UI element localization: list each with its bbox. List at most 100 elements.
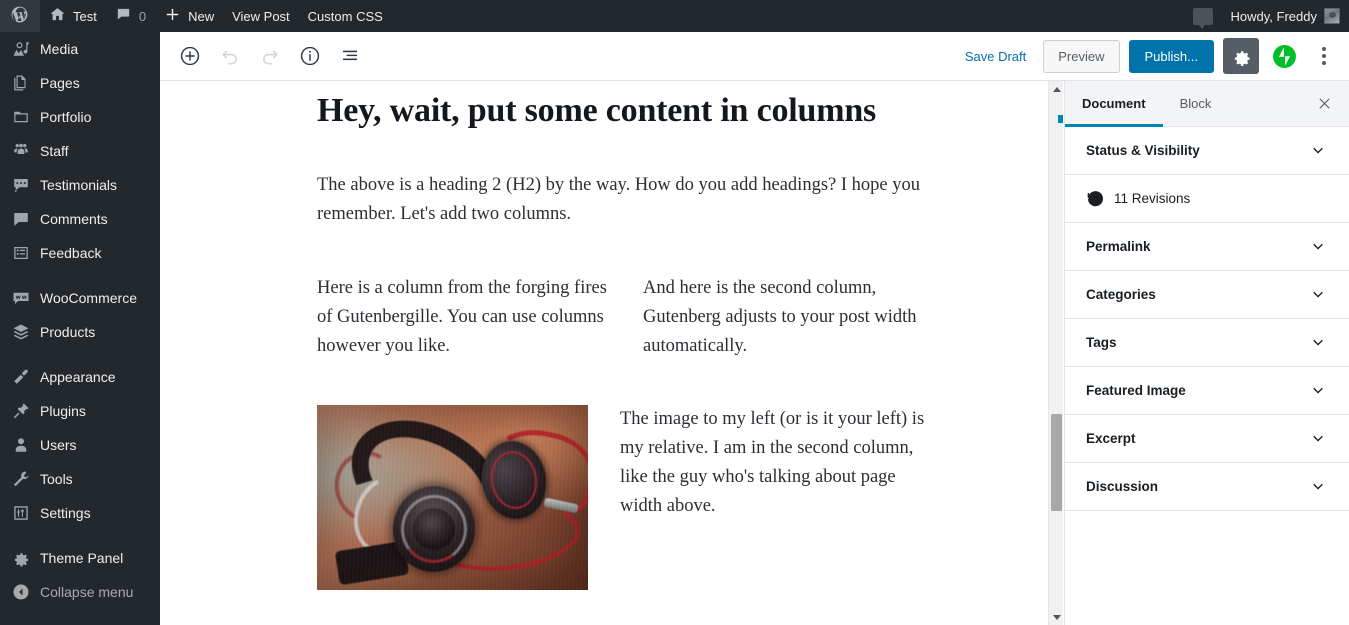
avatar bbox=[1324, 8, 1340, 24]
panel-excerpt[interactable]: Excerpt bbox=[1065, 415, 1349, 463]
new-content-menu[interactable]: New bbox=[155, 0, 223, 32]
sidebar-item-label: Tools bbox=[40, 471, 73, 487]
add-block-icon[interactable] bbox=[172, 38, 208, 74]
wordpress-logo-button[interactable] bbox=[0, 0, 40, 32]
panel-discussion[interactable]: Discussion bbox=[1065, 463, 1349, 511]
panel-label: Excerpt bbox=[1086, 431, 1136, 446]
panel-revisions-link[interactable]: 11 Revisions bbox=[1065, 175, 1349, 223]
preview-button[interactable]: Preview bbox=[1043, 39, 1120, 73]
jetpack-icon[interactable] bbox=[1268, 40, 1300, 72]
tools-icon bbox=[11, 469, 31, 489]
content-vertical-scrollbar[interactable] bbox=[1048, 81, 1063, 625]
comments-menu[interactable]: 0 bbox=[106, 0, 155, 32]
sidebar-item-theme-panel[interactable]: Theme Panel bbox=[0, 541, 160, 575]
more-vertical-icon[interactable] bbox=[1309, 38, 1339, 74]
panel-tags[interactable]: Tags bbox=[1065, 319, 1349, 367]
notifications-button[interactable] bbox=[1184, 0, 1222, 32]
sidebar-item-comments[interactable]: Comments bbox=[0, 202, 160, 236]
redo-icon[interactable] bbox=[252, 38, 288, 74]
revisions-clock-icon bbox=[1086, 189, 1105, 208]
plugins-icon bbox=[11, 401, 31, 421]
columns-block-media: The image to my left (or is it your left… bbox=[317, 404, 937, 590]
scroll-down-arrow-icon[interactable] bbox=[1049, 609, 1064, 625]
howdy-label: Howdy, Freddy bbox=[1230, 8, 1317, 24]
view-post-link[interactable]: View Post bbox=[223, 0, 299, 32]
panel-label: Status & Visibility bbox=[1086, 143, 1200, 158]
comments-icon bbox=[11, 209, 31, 229]
sidebar-item-woocommerce[interactable]: WooCommerce bbox=[0, 281, 160, 315]
sidebar-item-label: Theme Panel bbox=[40, 550, 124, 566]
chevron-down-icon bbox=[1308, 381, 1328, 401]
column-left-paragraph[interactable]: Here is a column from the forging fires … bbox=[317, 274, 611, 362]
sidebar-item-testimonials[interactable]: Testimonials bbox=[0, 168, 160, 202]
sidebar-item-label: Settings bbox=[40, 505, 91, 521]
collapse-menu-button[interactable]: Collapse menu bbox=[0, 575, 160, 609]
sidebar-item-plugins[interactable]: Plugins bbox=[0, 394, 160, 428]
undo-icon[interactable] bbox=[212, 38, 248, 74]
custom-css-link[interactable]: Custom CSS bbox=[299, 0, 392, 32]
sidebar-item-products[interactable]: Products bbox=[0, 315, 160, 349]
menu-separator bbox=[0, 349, 160, 360]
close-icon[interactable] bbox=[1309, 89, 1339, 119]
content-info-icon[interactable] bbox=[292, 38, 328, 74]
sidebar-item-media[interactable]: Media bbox=[0, 32, 160, 66]
chevron-down-icon bbox=[1308, 477, 1328, 497]
sidebar-item-appearance[interactable]: Appearance bbox=[0, 360, 160, 394]
block-navigation-icon[interactable] bbox=[332, 38, 368, 74]
sidebar-item-label: Feedback bbox=[40, 245, 102, 261]
editor-header: Save Draft Preview Publish... bbox=[160, 32, 1349, 81]
publish-button[interactable]: Publish... bbox=[1128, 39, 1214, 73]
headphones-image[interactable] bbox=[317, 404, 588, 590]
sidebar-item-label: Testimonials bbox=[40, 177, 118, 193]
sidebar-item-pages[interactable]: Pages bbox=[0, 66, 160, 100]
sidebar-item-label: Portfolio bbox=[40, 109, 92, 125]
appearance-icon bbox=[11, 367, 31, 387]
sidebar-item-portfolio[interactable]: Portfolio bbox=[0, 100, 160, 134]
gear-icon[interactable] bbox=[1223, 38, 1259, 74]
save-draft-button[interactable]: Save Draft bbox=[957, 43, 1034, 70]
editor-content-canvas[interactable]: Hey, wait, put some content in columns T… bbox=[160, 81, 1063, 625]
account-menu[interactable]: Howdy, Freddy bbox=[1222, 0, 1349, 32]
panel-featured-image[interactable]: Featured Image bbox=[1065, 367, 1349, 415]
scrollbar-thumb[interactable] bbox=[1051, 414, 1062, 511]
admin-sidebar-menu: Media Pages Portfolio Staff Testimonials… bbox=[0, 32, 160, 625]
site-name-menu[interactable]: Test bbox=[40, 0, 106, 32]
chevron-down-icon bbox=[1308, 285, 1328, 305]
scroll-up-arrow-icon[interactable] bbox=[1049, 81, 1064, 97]
products-icon bbox=[11, 322, 31, 342]
post-content: Hey, wait, put some content in columns T… bbox=[317, 81, 937, 590]
sidebar-item-label: Plugins bbox=[40, 403, 86, 419]
comment-bubble-icon bbox=[115, 6, 132, 26]
chevron-down-icon bbox=[1308, 429, 1328, 449]
panel-status-visibility[interactable]: Status & Visibility bbox=[1065, 127, 1349, 175]
sidebar-item-tools[interactable]: Tools bbox=[0, 462, 160, 496]
sidebar-item-label: WooCommerce bbox=[40, 290, 137, 306]
post-title[interactable]: Hey, wait, put some content in columns bbox=[317, 89, 937, 133]
scroll-position-marker bbox=[1058, 115, 1063, 123]
collapse-arrow-icon bbox=[11, 582, 31, 602]
dot bbox=[1322, 54, 1326, 58]
sidebar-item-label: Collapse menu bbox=[40, 584, 134, 600]
panel-label: Permalink bbox=[1086, 239, 1151, 254]
media-column-paragraph[interactable]: The image to my left (or is it your left… bbox=[620, 405, 937, 522]
tab-document[interactable]: Document bbox=[1065, 81, 1163, 127]
sidebar-item-staff[interactable]: Staff bbox=[0, 134, 160, 168]
editor-header-left-tools bbox=[160, 38, 368, 74]
sidebar-item-users[interactable]: Users bbox=[0, 428, 160, 462]
theme-panel-icon bbox=[11, 548, 31, 568]
image-vignette bbox=[317, 404, 588, 590]
sidebar-item-label: Staff bbox=[40, 143, 69, 159]
sidebar-tab-bar: Document Block bbox=[1065, 81, 1349, 127]
sidebar-item-feedback[interactable]: Feedback bbox=[0, 236, 160, 270]
column-right-paragraph[interactable]: And here is the second column, Gutenberg… bbox=[643, 274, 937, 362]
menu-separator bbox=[0, 270, 160, 281]
settings-icon bbox=[11, 503, 31, 523]
panel-categories[interactable]: Categories bbox=[1065, 271, 1349, 319]
tab-block[interactable]: Block bbox=[1163, 81, 1229, 127]
panel-permalink[interactable]: Permalink bbox=[1065, 223, 1349, 271]
sidebar-item-label: Products bbox=[40, 324, 96, 340]
intro-paragraph-block[interactable]: The above is a heading 2 (H2) by the way… bbox=[317, 171, 937, 229]
sidebar-item-settings[interactable]: Settings bbox=[0, 496, 160, 530]
custom-css-label: Custom CSS bbox=[307, 8, 383, 24]
chevron-down-icon bbox=[1308, 141, 1328, 161]
